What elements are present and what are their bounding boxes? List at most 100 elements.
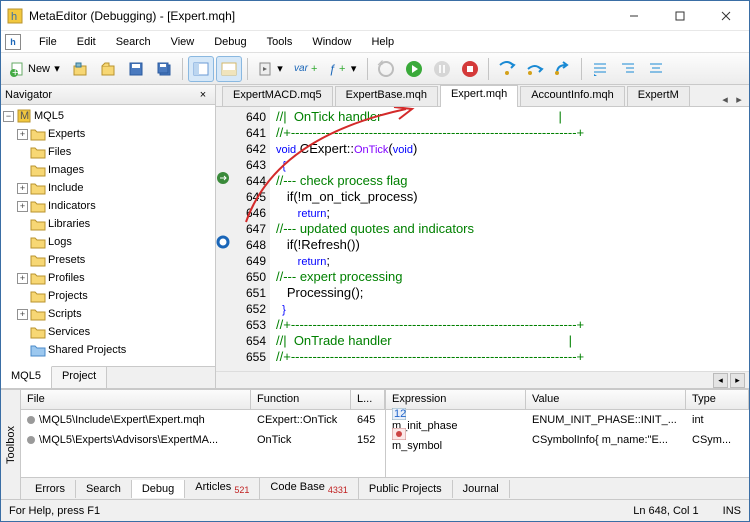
- watch-row[interactable]: m_symbolCSymbolInfo{ m_name:"E...CSym...: [386, 430, 749, 450]
- format-button[interactable]: [643, 56, 669, 82]
- tree-item[interactable]: +Indicators: [1, 197, 215, 215]
- navigator-title: Navigator: [5, 89, 52, 101]
- new-button[interactable]: +New▾: [5, 56, 65, 82]
- toolbox-tabs: ErrorsSearchDebugArticles 521Code Base 4…: [21, 477, 749, 499]
- tree-item[interactable]: Images: [1, 161, 215, 179]
- tree-item[interactable]: +Profiles: [1, 269, 215, 287]
- add-func-button[interactable]: ƒ+▾: [325, 56, 362, 82]
- svg-text:+: +: [339, 65, 345, 73]
- save-all-button[interactable]: [151, 56, 177, 82]
- menu-view[interactable]: View: [161, 31, 205, 52]
- stack-hdr-ln[interactable]: L...: [351, 390, 385, 409]
- menu-tools[interactable]: Tools: [257, 31, 303, 52]
- toggle-navigator-button[interactable]: [188, 56, 214, 82]
- tree-item[interactable]: Logs: [1, 233, 215, 251]
- editor-scrollbar[interactable]: ◂ ▸: [216, 371, 749, 388]
- debug-pause-button[interactable]: [429, 56, 455, 82]
- stack-rows[interactable]: \MQL5\Include\Expert\Expert.mqhCExpert::…: [21, 410, 385, 450]
- svg-text:M: M: [20, 110, 29, 122]
- editor-tab[interactable]: AccountInfo.mqh: [520, 86, 625, 106]
- status-ins: INS: [723, 505, 741, 517]
- line-numbers: 6406416426436446456466476486496506516526…: [236, 107, 270, 371]
- toggle-toolbox-button[interactable]: [216, 56, 242, 82]
- tree-item[interactable]: +Experts: [1, 125, 215, 143]
- editor-tab[interactable]: ExpertMACD.mq5: [222, 86, 333, 106]
- menu-edit[interactable]: Edit: [67, 31, 106, 52]
- debug-restart-button[interactable]: [373, 56, 399, 82]
- func-label: ƒ: [329, 62, 336, 76]
- compile-button[interactable]: ▾: [253, 56, 288, 82]
- close-button[interactable]: [703, 1, 749, 30]
- watch-hdr-type[interactable]: Type: [686, 390, 749, 409]
- toolbox-tab[interactable]: Public Projects: [359, 480, 453, 498]
- toolbox-panel: Toolbox File Function L... \MQL5\Include…: [1, 389, 749, 499]
- breakpoint-gutter[interactable]: [216, 107, 236, 371]
- step-into-button[interactable]: [494, 56, 520, 82]
- add-var-button[interactable]: var+: [290, 56, 323, 82]
- svg-text:123: 123: [394, 408, 406, 420]
- toolbox-tab[interactable]: Code Base 4331: [260, 478, 359, 498]
- tree-item[interactable]: Files: [1, 143, 215, 161]
- open-button[interactable]: [95, 56, 121, 82]
- title-bar: h MetaEditor (Debugging) - [Expert.mqh]: [1, 1, 749, 31]
- maximize-button[interactable]: [657, 1, 703, 30]
- toolbox-tab[interactable]: Search: [76, 480, 132, 498]
- menu-search[interactable]: Search: [106, 31, 161, 52]
- debug-start-button[interactable]: [401, 56, 427, 82]
- svg-text:+: +: [12, 67, 18, 77]
- navigator-header: Navigator ×: [1, 85, 215, 105]
- toolbar: +New▾ ▾ var+ ƒ+▾: [1, 53, 749, 85]
- toolbox-tab[interactable]: Articles 521: [185, 478, 260, 498]
- watch-panel: Expression Value Type 123m_init_phaseENU…: [386, 390, 749, 477]
- tree-item[interactable]: +Include: [1, 179, 215, 197]
- toolbox-tab[interactable]: Debug: [132, 480, 185, 498]
- tree-item[interactable]: Libraries: [1, 215, 215, 233]
- navigator-panel: Navigator × −MMQL5+ExpertsFilesImages+In…: [1, 85, 216, 388]
- editor-tab[interactable]: ExpertBase.mqh: [335, 86, 438, 106]
- minimize-button[interactable]: [611, 1, 657, 30]
- step-out-button[interactable]: [550, 56, 576, 82]
- stack-hdr-file[interactable]: File: [21, 390, 251, 409]
- scroll-right-button[interactable]: ▸: [730, 373, 745, 388]
- menu-file[interactable]: File: [29, 31, 67, 52]
- menu-window[interactable]: Window: [302, 31, 361, 52]
- scroll-left-button[interactable]: ◂: [713, 373, 728, 388]
- code-editor[interactable]: 6406416426436446456466476486496506516526…: [216, 107, 749, 371]
- tab-scroll-right[interactable]: ▸: [733, 93, 745, 106]
- tree-item[interactable]: Services: [1, 323, 215, 341]
- watch-hdr-val[interactable]: Value: [526, 390, 686, 409]
- save-button[interactable]: [123, 56, 149, 82]
- indent-left-button[interactable]: [615, 56, 641, 82]
- call-stack-panel: File Function L... \MQL5\Include\Expert\…: [21, 390, 386, 477]
- svg-text:+: +: [311, 65, 317, 73]
- toolbox-label: Toolbox: [1, 390, 21, 499]
- tree-item[interactable]: Shared Projects: [1, 341, 215, 359]
- source-code[interactable]: //| OnTick handler |//+-----------------…: [270, 107, 749, 371]
- toolbox-tab[interactable]: Errors: [25, 480, 76, 498]
- open-project-button[interactable]: [67, 56, 93, 82]
- debug-stop-button[interactable]: [457, 56, 483, 82]
- toolbox-tab[interactable]: Journal: [453, 480, 510, 498]
- stack-hdr-fn[interactable]: Function: [251, 390, 351, 409]
- tree-item[interactable]: +Scripts: [1, 305, 215, 323]
- menu-help[interactable]: Help: [361, 31, 404, 52]
- indent-right-button[interactable]: [587, 56, 613, 82]
- mdi-icon[interactable]: h: [5, 34, 21, 50]
- stack-row[interactable]: \MQL5\Experts\Advisors\ExpertMA...OnTick…: [21, 430, 385, 450]
- editor-tab[interactable]: Expert.mqh: [440, 85, 518, 107]
- tree-item[interactable]: Projects: [1, 287, 215, 305]
- nav-tab-project[interactable]: Project: [52, 367, 107, 388]
- menu-debug[interactable]: Debug: [204, 31, 256, 52]
- status-help: For Help, press F1: [9, 505, 100, 517]
- tab-scroll-left[interactable]: ◂: [719, 93, 731, 106]
- nav-tab-mql5[interactable]: MQL5: [1, 366, 52, 388]
- step-over-button[interactable]: [522, 56, 548, 82]
- editor-tab[interactable]: ExpertM: [627, 86, 690, 106]
- stack-row[interactable]: \MQL5\Include\Expert\Expert.mqhCExpert::…: [21, 410, 385, 430]
- status-bar: For Help, press F1 Ln 648, Col 1 INS: [1, 499, 749, 521]
- tree-root[interactable]: −MMQL5: [1, 107, 215, 125]
- tree-item[interactable]: Presets: [1, 251, 215, 269]
- navigator-tree[interactable]: −MMQL5+ExpertsFilesImages+Include+Indica…: [1, 105, 215, 366]
- watch-rows[interactable]: 123m_init_phaseENUM_INIT_PHASE::INIT_...…: [386, 410, 749, 450]
- navigator-close-button[interactable]: ×: [195, 89, 211, 101]
